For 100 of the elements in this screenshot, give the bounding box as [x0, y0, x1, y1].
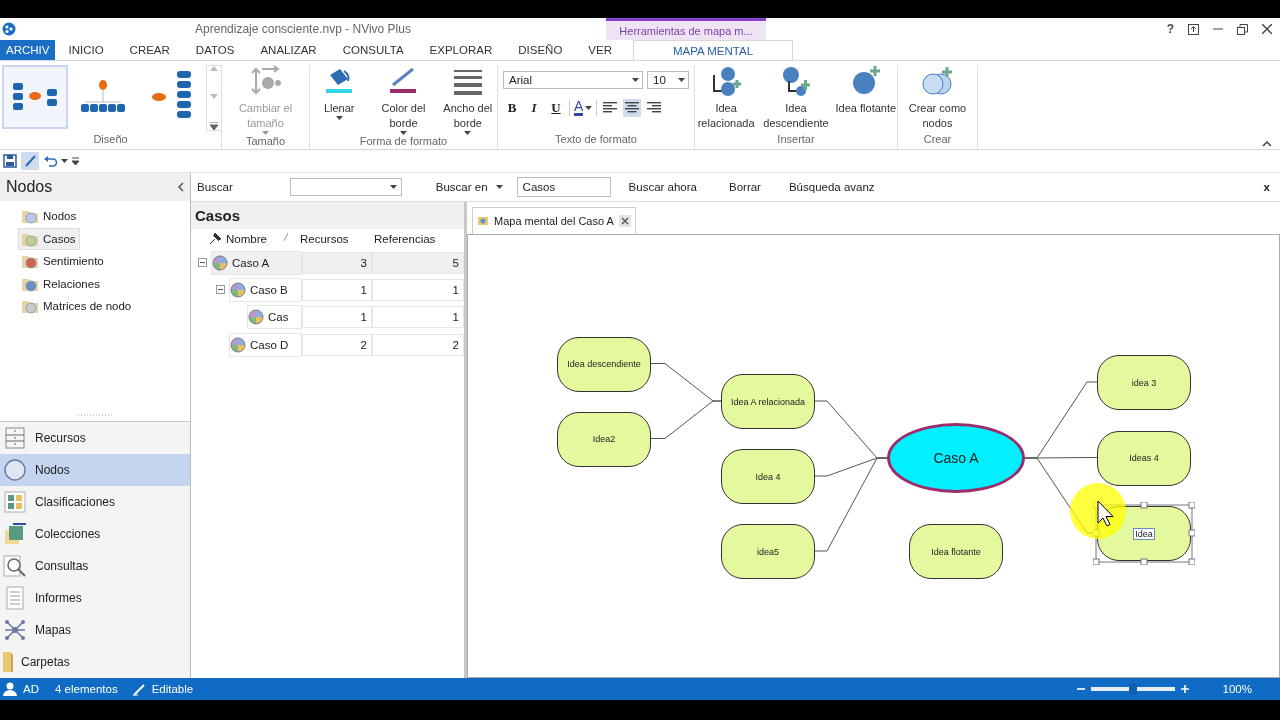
collapse-panel-icon[interactable] — [177, 182, 184, 192]
customize-icon[interactable] — [72, 157, 79, 165]
caret-icon — [61, 159, 68, 163]
column-header[interactable]: Recursos — [296, 233, 370, 245]
nav-section[interactable]: Mapas — [0, 614, 190, 646]
advanced-find-button[interactable]: Búsqueda avanz — [788, 181, 875, 193]
ribbon-tab[interactable]: VER — [575, 40, 625, 60]
zoom-in-icon[interactable] — [1180, 685, 1189, 693]
group-label: Crear — [922, 133, 953, 147]
group-label: Texto de formato — [554, 133, 638, 147]
more-icon[interactable] — [210, 122, 218, 130]
idea-node[interactable]: idea 3 — [1097, 355, 1191, 410]
caret-icon — [464, 131, 472, 135]
close-icon[interactable] — [618, 215, 631, 227]
nav-item[interactable]: Matrices de nodo — [18, 295, 136, 318]
nav-item[interactable]: Casos — [18, 227, 80, 250]
restore-icon[interactable] — [1237, 23, 1248, 35]
ribbon-button[interactable]: Idea flotante — [834, 65, 897, 116]
caret-icon — [585, 106, 593, 110]
table-cell: 1 — [372, 278, 464, 301]
search-in-dropdown[interactable]: Buscar en — [435, 181, 488, 193]
case-name-cell[interactable]: Cas — [247, 305, 302, 330]
idea-node[interactable]: Idea A relacionada — [721, 374, 815, 429]
idea-node[interactable]: Idea flotante — [909, 524, 1003, 579]
document-tab[interactable]: Mapa mental del Caso A — [472, 207, 636, 234]
font-family-dropdown[interactable]: Arial — [503, 71, 643, 89]
window-title: Aprendizaje consciente.nvp - NVivo Plus — [194, 22, 412, 36]
gallery-scrollbar[interactable] — [206, 65, 222, 131]
network-icon — [3, 618, 27, 642]
folder-icon — [21, 253, 39, 270]
ribbon-tab[interactable]: MAPA MENTAL — [633, 40, 793, 60]
table-cell: 2 — [372, 333, 464, 356]
ribbon-button[interactable]: Idea descendiente — [763, 65, 829, 131]
text-style-button[interactable]: I — [525, 100, 543, 116]
ribbon-tab[interactable]: ANALIZAR — [247, 40, 330, 60]
nav-item[interactable]: Relaciones — [18, 272, 104, 295]
ribbon-button[interactable]: Idea relacionada — [695, 65, 758, 131]
case-icon — [248, 309, 264, 326]
pin-icon[interactable] — [208, 232, 222, 246]
find-now-button[interactable]: Buscar ahora — [628, 181, 697, 193]
folder-icon — [21, 208, 39, 225]
nav-item[interactable]: Sentimiento — [18, 250, 108, 273]
child-idea-icon — [781, 65, 811, 97]
column-header[interactable]: Referencias — [370, 233, 464, 245]
help-button[interactable]: ? — [1166, 22, 1174, 36]
case-name-cell[interactable]: Caso D — [229, 332, 302, 357]
table-cell: 3 — [302, 251, 372, 274]
ribbon-button[interactable]: Llenar — [310, 65, 369, 120]
ribbon-tab[interactable]: CREAR — [116, 40, 183, 60]
column-header[interactable]: Nombre — [226, 233, 296, 245]
document-icon — [3, 586, 27, 610]
clear-button[interactable]: Borrar — [729, 181, 761, 193]
ribbon-tab[interactable]: DISEÑO — [505, 40, 576, 60]
zoom-out-icon[interactable] — [1076, 685, 1085, 693]
idea-node[interactable]: idea5 — [721, 524, 815, 579]
close-button[interactable]: x — [1263, 181, 1270, 193]
idea-node[interactable]: Idea descendiente — [557, 336, 651, 392]
nav-section[interactable]: Clasificaciones — [0, 486, 190, 518]
ribbon-button[interactable]: Ancho del borde — [438, 65, 497, 135]
close-icon[interactable] — [1262, 24, 1272, 34]
nav-section[interactable]: Colecciones — [0, 518, 190, 550]
nav-section[interactable]: Informes — [0, 582, 190, 614]
case-name-cell[interactable]: Caso B — [229, 277, 302, 302]
ribbon-tab[interactable]: INICIO — [55, 40, 117, 60]
nav-item[interactable]: Nodos — [18, 205, 81, 228]
splitter-grip[interactable] — [78, 413, 112, 417]
align-center-icon[interactable] — [623, 99, 642, 117]
undo-icon[interactable] — [43, 154, 57, 168]
ribbon-tab[interactable]: EXPLORAR — [416, 40, 506, 60]
save-icon[interactable] — [3, 154, 17, 168]
font-size-dropdown[interactable]: 10 — [647, 71, 689, 89]
idea-node[interactable]: Idea2 — [557, 411, 651, 467]
collapse-toggle[interactable] — [215, 284, 226, 296]
case-icon — [212, 254, 228, 271]
nav-section[interactable]: Carpetas — [0, 646, 190, 678]
collapse-toggle[interactable] — [197, 257, 208, 269]
nav-section[interactable]: Consultas — [0, 550, 190, 582]
slider-thumb[interactable] — [1128, 683, 1137, 695]
file-tab[interactable]: ARCHIV — [0, 40, 56, 60]
idea-node[interactable]: Idea 4 — [721, 449, 815, 504]
collapse-ribbon-icon[interactable] — [1262, 141, 1272, 147]
idea-node[interactable]: Ideas 4 — [1097, 430, 1191, 486]
nav-section[interactable]: Nodos — [0, 454, 190, 486]
folder-icon — [21, 298, 39, 315]
ribbon-button[interactable]: Crear como nodos — [904, 65, 971, 131]
font-color-button[interactable]: A — [569, 100, 598, 116]
sort-icon — [284, 233, 288, 241]
ribbon-tab[interactable]: DATOS — [182, 40, 248, 60]
ribbon-tab[interactable]: CONSULTA — [329, 40, 417, 60]
text-style-button[interactable]: B — [503, 100, 521, 116]
text-style-button[interactable]: U — [547, 100, 565, 116]
layout-option[interactable] — [2, 65, 68, 129]
search-icon — [3, 554, 27, 578]
ribbon-display-icon[interactable] — [1188, 23, 1199, 35]
pencil-icon[interactable] — [21, 152, 39, 170]
scope-field[interactable]: Casos — [516, 177, 611, 197]
case-name-cell[interactable]: Caso A — [211, 250, 302, 275]
nav-section[interactable]: Recursos — [0, 422, 190, 454]
ribbon-button[interactable]: Color del borde — [374, 65, 433, 135]
central-topic[interactable]: Caso A — [887, 423, 1025, 493]
